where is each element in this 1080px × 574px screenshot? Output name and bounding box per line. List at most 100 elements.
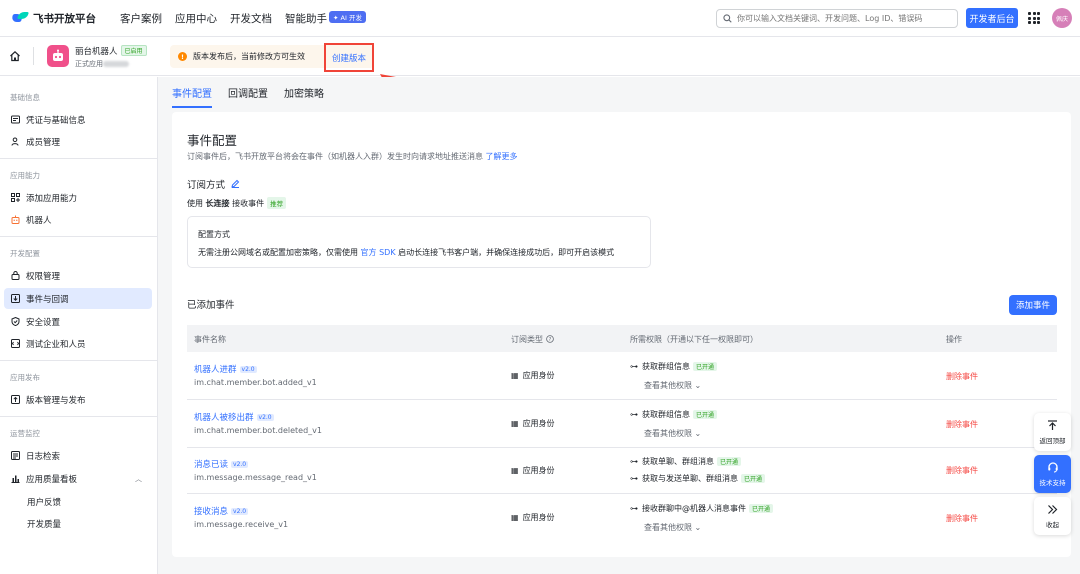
robot-app-icon	[47, 45, 69, 67]
tab-encryption[interactable]: 加密策略	[284, 85, 324, 108]
headset-icon	[1047, 462, 1058, 473]
apps-grid-icon[interactable]	[1028, 12, 1040, 24]
sidebar-item-label: 添加应用能力	[26, 193, 78, 204]
sidebar-item-label: 测试企业和人员	[26, 339, 86, 350]
apps-icon	[11, 193, 20, 202]
event-name-text: 机器人进群	[194, 365, 237, 375]
learn-more-link[interactable]: 了解更多	[486, 152, 518, 161]
back-to-top-button[interactable]: 返回顶部	[1034, 413, 1071, 451]
view-more-text: 查看其他权限	[644, 429, 692, 438]
config-method-title: 配置方式	[198, 230, 230, 239]
search-box[interactable]	[716, 9, 958, 28]
sidebar-item-events[interactable]: 事件与回调	[4, 288, 152, 309]
search-input[interactable]	[737, 14, 947, 23]
logo[interactable]: 飞书开放平台	[10, 11, 108, 26]
nav-ai-assistant[interactable]: 智能助手 ✦ AI 开发	[285, 10, 366, 26]
enabled-tag: 已开通	[717, 457, 742, 466]
divider	[33, 47, 34, 65]
page-desc: 订阅事件后，飞书开放平台将会在事件（如机器人入群）发生时向请求地址推送消息 了解…	[187, 151, 518, 162]
nav-customer-cases[interactable]: 客户案例	[120, 11, 162, 26]
view-more-permissions[interactable]: 查看其他权限 ⌄	[644, 380, 701, 391]
app-name: 丽台机器人 已启用	[75, 45, 147, 57]
app-type: 正式应用	[75, 59, 129, 69]
logo-text: 飞书开放平台	[33, 12, 96, 25]
developer-console-button[interactable]: 开发者后台	[966, 8, 1018, 28]
delete-event-button[interactable]: 删除事件	[946, 371, 978, 382]
tech-support-button[interactable]: 技术支持	[1034, 455, 1071, 493]
home-icon[interactable]	[9, 50, 21, 62]
sidebar-subitem-feedback[interactable]: 用户反馈	[27, 496, 61, 508]
config-method-box: 配置方式 无需注册公网域名或配置加密策略，仅需使用 官方 SDK 启动长连接飞书…	[187, 216, 651, 268]
feishu-logo-icon	[10, 12, 29, 24]
view-more-permissions[interactable]: 查看其他权限 ⌄	[644, 522, 701, 533]
arrow-up-icon	[1048, 419, 1057, 430]
sub-type: ▦ 应用身份	[511, 512, 555, 523]
edit-icon[interactable]	[231, 179, 240, 191]
event-name[interactable]: 机器人被移出群 v2.0	[194, 411, 274, 423]
log-icon	[11, 451, 20, 460]
event-name-text: 消息已读	[194, 460, 229, 470]
event-name[interactable]: 接收消息 v2.0	[194, 505, 249, 517]
help-icon[interactable]: ?	[545, 335, 554, 343]
event-id: im.chat.member.bot.deleted_v1	[194, 426, 322, 435]
back-to-top-label: 返回顶部	[1039, 436, 1066, 445]
permission: ⊶ 接收群聊中@机器人消息事件 已开通	[630, 503, 774, 514]
sidebar-item-security[interactable]: 安全设置	[4, 311, 152, 332]
sidebar-item-credentials[interactable]: 凭证与基础信息	[4, 109, 152, 130]
config-desc-b: 启动长连接飞书客户端，并确保连接成功后，即可开启该模式	[398, 248, 615, 257]
sidebar-item-label: 凭证与基础信息	[26, 115, 86, 126]
collapse-button[interactable]: 收起	[1034, 497, 1071, 535]
nav-app-center[interactable]: 应用中心	[175, 11, 217, 26]
status-badge: 已启用	[120, 45, 147, 56]
added-events-title: 已添加事件	[187, 300, 235, 311]
upload-icon	[11, 395, 20, 404]
sub-type-text: 应用身份	[522, 513, 555, 522]
mode-prefix: 使用	[187, 199, 203, 208]
chevron-up-icon[interactable]: ︿	[135, 474, 142, 484]
subscribe-mode-value: 使用 长连接 接收事件 推荐	[187, 197, 287, 209]
version-tag: v2.0	[231, 461, 249, 468]
delete-event-button[interactable]: 删除事件	[946, 419, 978, 430]
event-name[interactable]: 消息已读 v2.0	[194, 458, 249, 470]
permission-text: 获取群组信息	[642, 362, 690, 371]
collapse-label: 收起	[1046, 520, 1059, 529]
sub-type-text: 应用身份	[522, 371, 555, 380]
enabled-tag: 已开通	[693, 410, 718, 419]
sidebar-item-test-users[interactable]: 测试企业和人员	[4, 333, 152, 354]
sidebar-item-label: 事件与回调	[26, 294, 69, 305]
recommended-tag: 推荐	[267, 197, 287, 209]
sidebar-item-versions[interactable]: 版本管理与发布	[4, 389, 152, 410]
sdk-link[interactable]: 官方 SDK	[361, 248, 396, 257]
table-row: 消息已读 v2.0 im.message.message_read_v1 ▦ 应用身…	[187, 448, 1057, 494]
avatar[interactable]: 佩庆	[1052, 8, 1072, 28]
sidebar-item-robot[interactable]: 机器人	[4, 209, 152, 230]
col-actions: 操作	[946, 335, 962, 344]
sidebar-group-dev-config: 开发配置	[10, 249, 40, 258]
view-more-text: 查看其他权限	[644, 523, 692, 532]
sidebar: 基础信息 凭证与基础信息 成员管理 应用能力 添加应用能力 机器人 开发配置 权…	[0, 77, 158, 574]
sidebar-item-members[interactable]: 成员管理	[4, 131, 152, 152]
tab-callback-config[interactable]: 回调配置	[228, 85, 268, 108]
add-event-button[interactable]: 添加事件	[1009, 295, 1057, 315]
event-name-text: 接收消息	[194, 507, 229, 517]
key-icon: ⊶	[630, 457, 638, 466]
event-name[interactable]: 机器人进群 v2.0	[194, 363, 257, 375]
divider	[0, 416, 157, 417]
view-more-text: 查看其他权限	[644, 381, 692, 390]
sidebar-item-logs[interactable]: 日志检索	[4, 445, 152, 466]
tabs: 事件配置 回调配置 加密策略	[172, 85, 340, 108]
sidebar-item-quality[interactable]: 应用质量看板 ︿	[4, 468, 152, 489]
view-more-permissions[interactable]: 查看其他权限 ⌄	[644, 428, 701, 439]
create-version-link[interactable]: 创建版本	[324, 43, 374, 72]
tab-event-config[interactable]: 事件配置	[172, 85, 212, 108]
sidebar-item-permissions[interactable]: 权限管理	[4, 265, 152, 286]
delete-event-button[interactable]: 删除事件	[946, 513, 978, 524]
delete-event-button[interactable]: 删除事件	[946, 465, 978, 476]
nav-dev-docs[interactable]: 开发文档	[230, 11, 272, 26]
event-name-text: 机器人被移出群	[194, 413, 254, 423]
sidebar-subitem-dev-quality[interactable]: 开发质量	[27, 518, 61, 530]
sidebar-item-add-capability[interactable]: 添加应用能力	[4, 187, 152, 208]
sub-type: ▦ 应用身份	[511, 370, 555, 381]
lock-icon	[11, 271, 20, 280]
app-identity-icon: ▦	[511, 513, 519, 522]
